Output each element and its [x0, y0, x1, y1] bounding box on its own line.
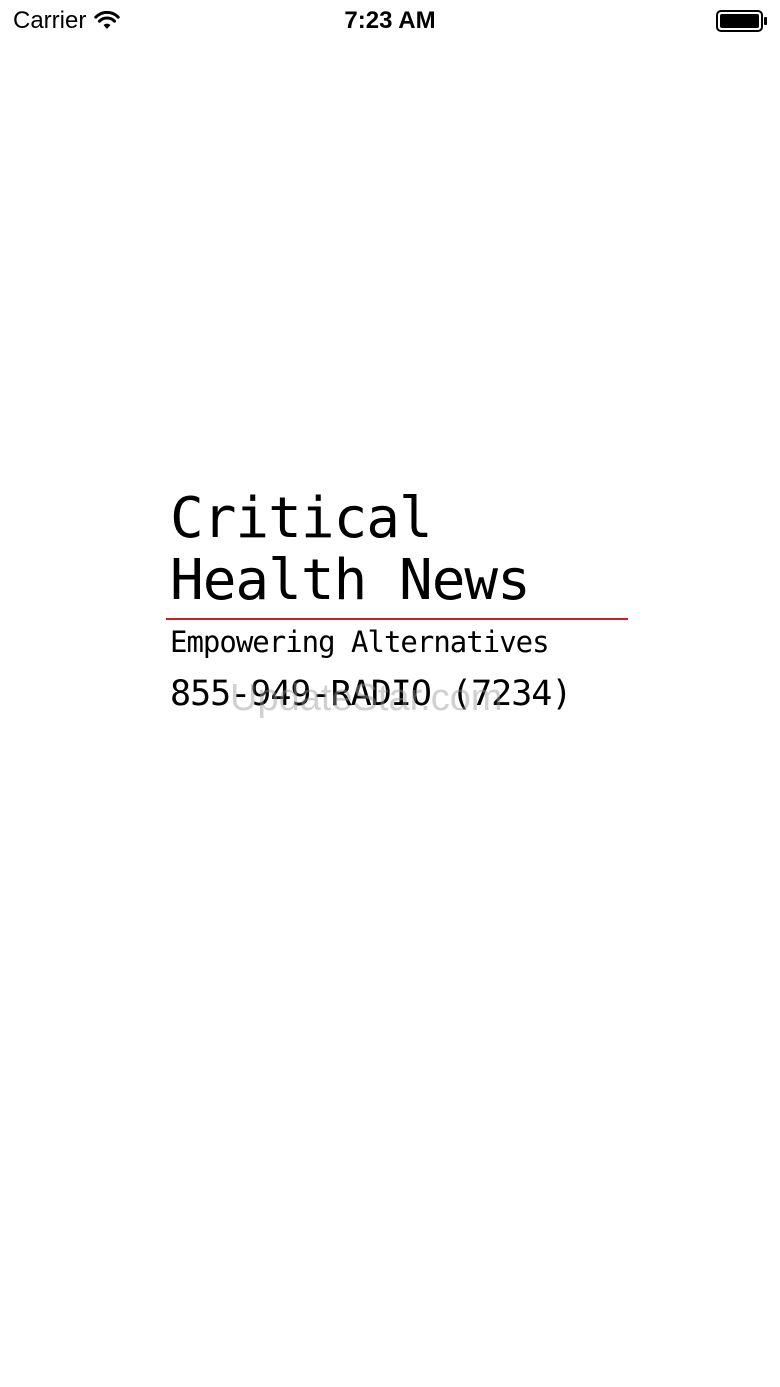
logo-divider [166, 618, 628, 620]
status-bar: Carrier 7:23 AM [0, 0, 780, 42]
app-logo: Critical Health News Empowering Alternat… [166, 488, 628, 723]
status-time: 7:23 AM [344, 7, 436, 34]
battery-icon [716, 10, 767, 32]
logo-phone: 855-949-RADIO (7234) [170, 674, 572, 714]
logo-title-line-1: Critical [170, 486, 433, 551]
logo-title-line-2: Health News [170, 548, 531, 613]
logo-tagline: Empowering Alternatives [170, 625, 550, 659]
